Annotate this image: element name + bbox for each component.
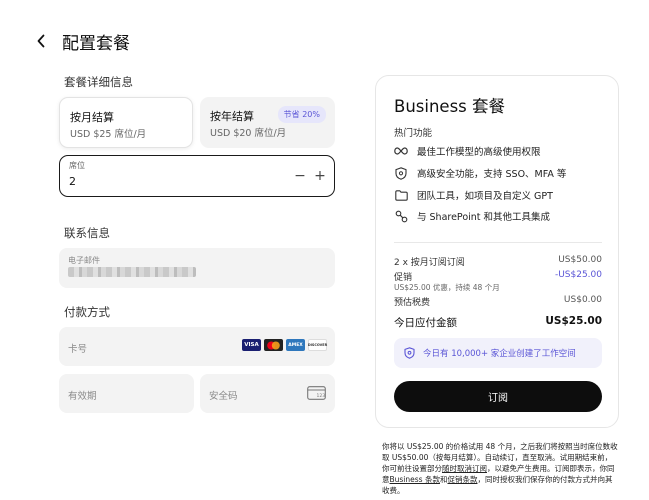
plan-name: 按年结算 bbox=[210, 110, 254, 123]
card-number-placeholder: 卡号 bbox=[68, 344, 88, 355]
cvc-placeholder: 安全码 bbox=[209, 391, 238, 402]
business-terms-link[interactable]: Business 条款 bbox=[390, 475, 440, 484]
line-label: 预估税费 bbox=[394, 298, 431, 308]
integration-icon bbox=[394, 209, 408, 223]
seats-field[interactable]: 席位 2 − + bbox=[59, 155, 335, 197]
plan-price: USD $25 席位/月 bbox=[70, 129, 147, 140]
card-brand-logos: VISA AMEX DISCOVER bbox=[242, 339, 327, 351]
decrement-button[interactable]: − bbox=[294, 168, 306, 184]
feature-text: 最佳工作模型的高级使用权限 bbox=[417, 147, 541, 158]
line-amount: US$25.00 bbox=[545, 315, 602, 327]
seats-stepper: − + bbox=[294, 168, 326, 184]
shield-check-icon bbox=[404, 347, 415, 359]
expiry-input[interactable]: 有效期 bbox=[59, 374, 194, 413]
savings-badge: 节省 20% bbox=[277, 106, 326, 123]
line-label: 今日应付金额 bbox=[394, 317, 457, 329]
order-summary-card: Business 套餐 热门功能 最佳工作模型的高级使用权限 高级安全功能，支持… bbox=[375, 75, 619, 428]
line-subscription: 2 x 按月订阅订阅 US$50.00 bbox=[394, 255, 602, 268]
feature-item: 最佳工作模型的高级使用权限 bbox=[394, 143, 541, 159]
line-amount: US$0.00 bbox=[563, 295, 602, 305]
promo-terms-link[interactable]: 促销条款 bbox=[447, 475, 477, 484]
folder-icon bbox=[394, 188, 408, 202]
workspace-note-text: 今日有 10,000+ 家企业创建了工作空间 bbox=[423, 349, 576, 359]
promo-note: US$25.00 优惠，持续 48 个月 bbox=[394, 283, 500, 292]
plan-name: 按月结算 bbox=[70, 111, 114, 124]
chevron-left-icon bbox=[37, 34, 45, 48]
cancel-subscription-link[interactable]: 随时取消订阅 bbox=[442, 464, 487, 473]
payment-section-title: 付款方式 bbox=[64, 305, 110, 319]
seats-value[interactable]: 2 bbox=[69, 175, 76, 188]
increment-button[interactable]: + bbox=[314, 168, 326, 184]
page-title: 配置套餐 bbox=[62, 33, 130, 54]
line-label: 2 x 按月订阅订阅 bbox=[394, 258, 465, 268]
amex-logo-icon: AMEX bbox=[286, 339, 305, 351]
summary-divider bbox=[394, 242, 602, 243]
card-cvc-icon: 123 bbox=[307, 386, 326, 400]
card-number-input[interactable]: 卡号 VISA AMEX DISCOVER bbox=[59, 327, 335, 366]
feature-text: 高级安全功能，支持 SSO、MFA 等 bbox=[417, 169, 567, 180]
summary-title: Business 套餐 bbox=[394, 97, 506, 116]
line-tax: 预估税费 US$0.00 bbox=[394, 295, 602, 308]
plan-option-monthly[interactable]: 按月结算 USD $25 席位/月 bbox=[59, 97, 193, 148]
visa-logo-icon: VISA bbox=[242, 339, 261, 351]
workspace-note: 今日有 10,000+ 家企业创建了工作空间 bbox=[394, 338, 602, 368]
feature-item: 团队工具，如项目及自定义 GPT bbox=[394, 187, 553, 203]
plan-option-yearly[interactable]: 按年结算 USD $20 席位/月 节省 20% bbox=[200, 97, 335, 148]
legal-disclaimer: 你将以 US$25.00 的价格试用 48 个月，之后我们将按照当时席位数收取 … bbox=[382, 441, 618, 496]
expiry-placeholder: 有效期 bbox=[68, 391, 97, 402]
feature-item: 与 SharePoint 和其他工具集成 bbox=[394, 208, 550, 224]
feature-text: 与 SharePoint 和其他工具集成 bbox=[417, 212, 551, 223]
contact-section-title: 联系信息 bbox=[64, 226, 110, 240]
shield-icon bbox=[394, 166, 408, 180]
discover-logo-icon: DISCOVER bbox=[308, 339, 327, 351]
infinity-icon bbox=[394, 144, 408, 158]
svg-text:123: 123 bbox=[317, 393, 326, 399]
subscribe-button[interactable]: 订阅 bbox=[394, 381, 602, 412]
line-total: 今日应付金额 US$25.00 bbox=[394, 315, 602, 330]
email-field[interactable]: 电子邮件 bbox=[59, 248, 335, 288]
email-label: 电子邮件 bbox=[68, 256, 100, 265]
back-button[interactable] bbox=[36, 28, 54, 54]
line-amount: -US$25.00 bbox=[554, 270, 602, 280]
seats-label: 席位 bbox=[69, 161, 85, 170]
features-heading: 热门功能 bbox=[394, 128, 433, 139]
plan-section-title: 套餐详细信息 bbox=[64, 75, 133, 89]
feature-text: 团队工具，如项目及自定义 GPT bbox=[417, 191, 553, 202]
feature-item: 高级安全功能，支持 SSO、MFA 等 bbox=[394, 165, 566, 181]
line-amount: US$50.00 bbox=[558, 255, 602, 265]
plan-price: USD $20 席位/月 bbox=[210, 128, 287, 139]
header: 配置套餐 bbox=[36, 28, 130, 54]
cvc-input[interactable]: 安全码 123 bbox=[200, 374, 335, 413]
email-value-redacted bbox=[68, 267, 196, 277]
mastercard-logo-icon bbox=[264, 339, 283, 351]
